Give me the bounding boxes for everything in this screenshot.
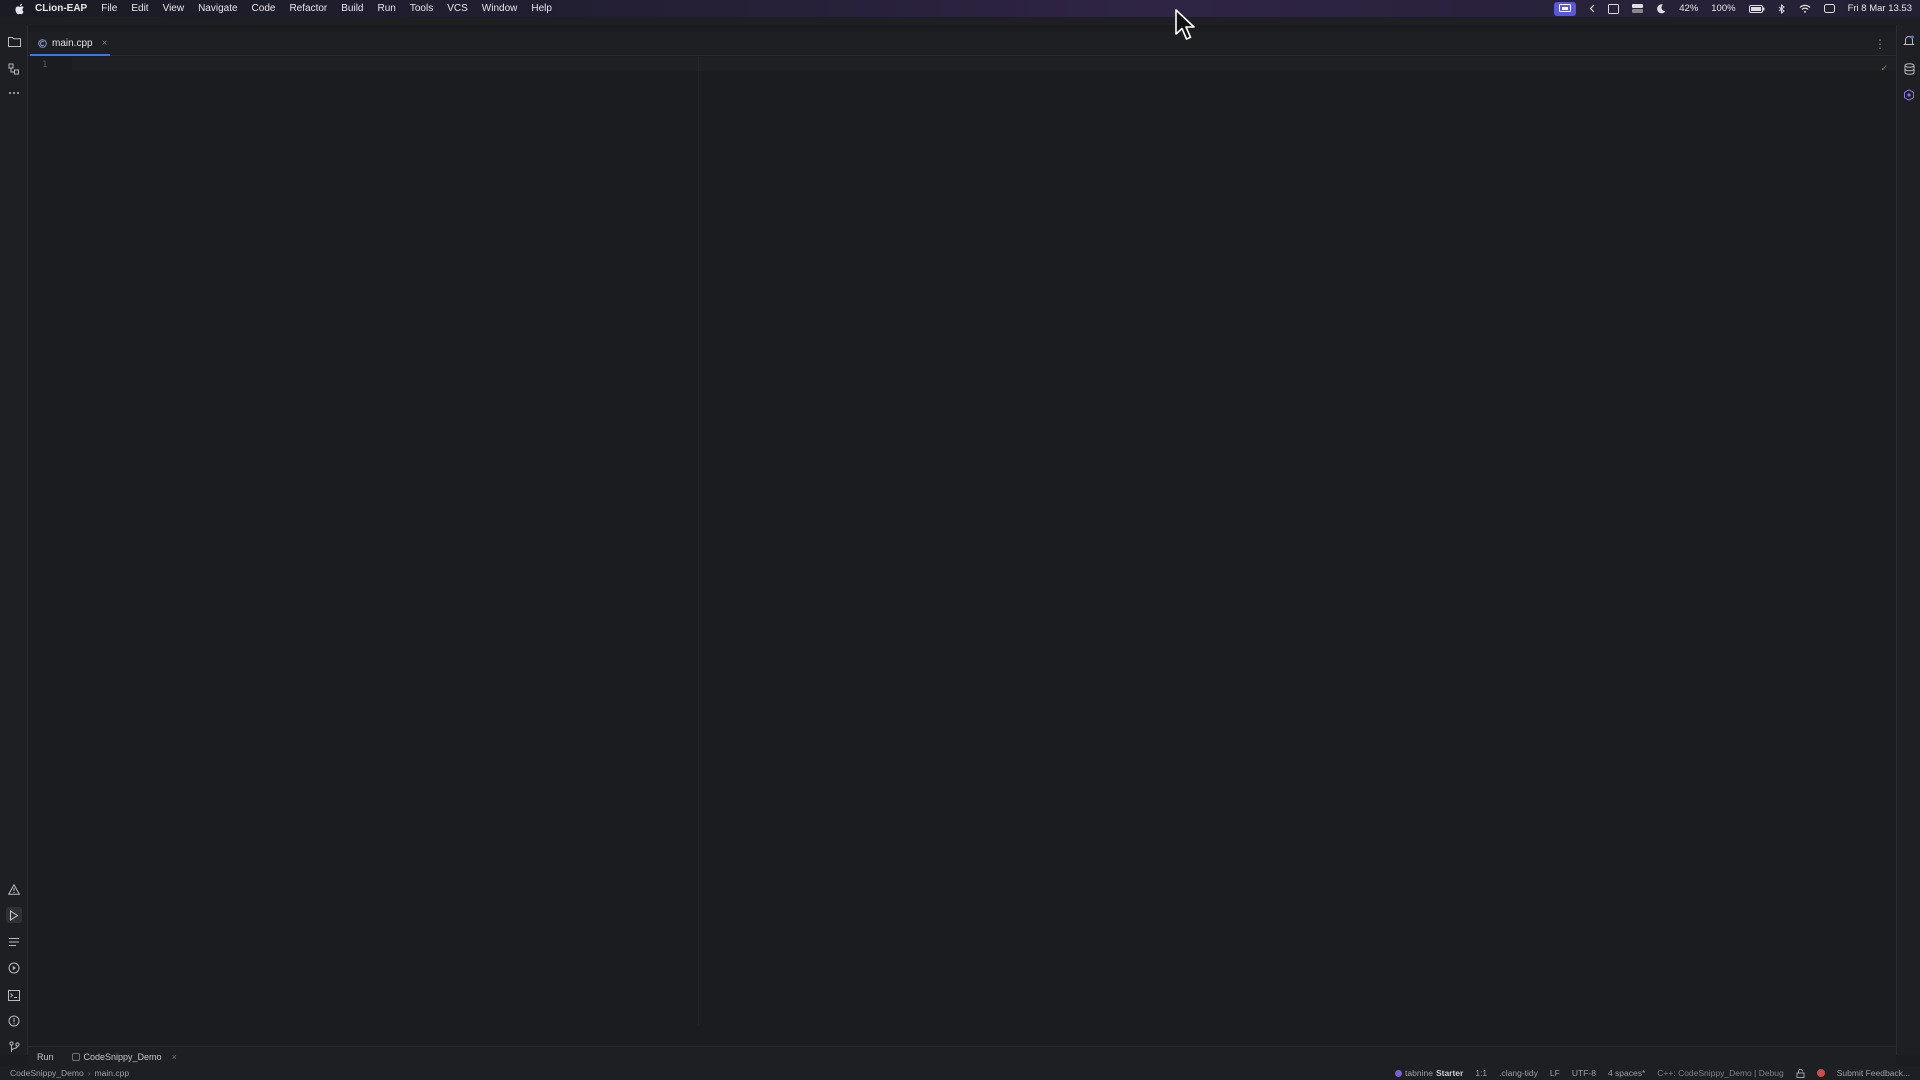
status-widgets: tabnine Starter 1:1 .clang-tidy LF UTF-8… — [1395, 1066, 1910, 1080]
menu-edit[interactable]: Edit — [131, 3, 148, 14]
control-icon[interactable] — [1632, 4, 1644, 13]
left-tool-strip — [0, 25, 28, 1055]
breadcrumb-project[interactable]: CodeSnippy_Demo — [10, 1068, 84, 1078]
editor-gutter: 1 — [28, 57, 72, 1025]
battery-small-percent: 42% — [1679, 3, 1699, 14]
encoding-widget[interactable]: UTF-8 — [1572, 1068, 1596, 1078]
menubar-status-area: 42% 100% Fri 8 Mar 13.53 — [1554, 0, 1912, 17]
battery-main-percent: 100% — [1711, 3, 1736, 14]
more-icon[interactable] — [6, 85, 22, 101]
menu-refactor[interactable]: Refactor — [289, 3, 327, 14]
notifications-icon[interactable] — [1901, 33, 1917, 49]
wifi-icon[interactable] — [1799, 4, 1811, 13]
moon-icon[interactable] — [1656, 3, 1666, 14]
line-number: 1 — [42, 60, 48, 70]
right-margin-guide — [698, 57, 699, 1025]
current-line-highlight — [72, 57, 1896, 71]
folder-icon[interactable] — [6, 33, 22, 49]
menu-tools[interactable]: Tools — [410, 3, 433, 14]
error-indicator-icon[interactable] — [1816, 1069, 1825, 1077]
linter-widget[interactable]: .clang-tidy — [1499, 1068, 1538, 1078]
mouse-pointer-icon — [1175, 9, 1195, 40]
structure-icon[interactable] — [6, 61, 22, 77]
menu-help[interactable]: Help — [531, 3, 552, 14]
breadcrumb-separator: › — [87, 1068, 91, 1078]
menu-window[interactable]: Window — [482, 3, 518, 14]
menu-code[interactable]: Code — [252, 3, 276, 14]
run-config-close[interactable]: × — [172, 1052, 177, 1062]
indent-widget[interactable]: 4 spaces* — [1608, 1068, 1645, 1078]
tab-close-button[interactable]: × — [102, 38, 108, 49]
menu-build[interactable]: Build — [341, 3, 363, 14]
app-name-menu[interactable]: CLion-EAP — [35, 3, 87, 14]
git-icon[interactable] — [6, 1039, 22, 1055]
tabnine-plan: Starter — [1435, 1068, 1464, 1078]
config-icon — [71, 1052, 80, 1061]
menu-navigate[interactable]: Navigate — [198, 3, 237, 14]
bluetooth-icon[interactable] — [1778, 3, 1786, 14]
macos-menubar: CLion-EAP File Edit View Navigate Code R… — [0, 0, 1920, 17]
tabnine-icon — [1395, 1069, 1403, 1077]
submit-feedback-link[interactable]: Submit Feedback... — [1837, 1068, 1910, 1078]
window-title-strip — [0, 17, 1920, 25]
problems-icon[interactable] — [6, 881, 22, 897]
terminal-icon[interactable] — [6, 987, 22, 1003]
tab-label: main.cpp — [52, 37, 93, 49]
run-icon[interactable] — [6, 907, 22, 923]
window-icon[interactable] — [1608, 3, 1620, 14]
run-config-tab[interactable]: CodeSnippy_Demo × — [71, 1051, 177, 1062]
editor-tab-bar: main.cpp × ⋮ — [28, 32, 1896, 56]
cpp-file-icon — [38, 38, 47, 48]
control-center-icon[interactable] — [1823, 4, 1835, 13]
plugin-icon[interactable] — [1901, 87, 1917, 103]
lock-icon[interactable] — [1796, 1068, 1805, 1078]
run-config-label: CodeSnippy_Demo — [83, 1051, 162, 1062]
tab-options-icon[interactable]: ⋮ — [1874, 37, 1886, 51]
caret-position[interactable]: 1:1 — [1475, 1068, 1487, 1078]
apple-icon[interactable] — [13, 2, 27, 16]
context-widget[interactable]: C++: CodeSnippy_Demo | Debug — [1657, 1068, 1783, 1078]
chevron-left-icon[interactable] — [1589, 4, 1595, 13]
run-tab[interactable]: Run — [37, 1052, 54, 1062]
line-ending-widget[interactable]: LF — [1550, 1068, 1560, 1078]
right-tool-strip — [1896, 25, 1920, 1055]
tabnine-label: tabnine — [1405, 1068, 1433, 1078]
run-tool-bar: Run CodeSnippy_Demo × — [28, 1046, 1896, 1066]
battery-icon[interactable] — [1748, 4, 1765, 13]
database-icon[interactable] — [1901, 61, 1917, 77]
status-bar: CodeSnippy_Demo › main.cpp tabnine Start… — [0, 1066, 1920, 1080]
screen-share-icon[interactable] — [1554, 1, 1577, 16]
inspection-ok-icon[interactable]: ✓ — [1880, 63, 1888, 74]
menubar-clock[interactable]: Fri 8 Mar 13.53 — [1848, 3, 1912, 14]
menu-view[interactable]: View — [163, 3, 185, 14]
breadcrumb: CodeSnippy_Demo › main.cpp — [10, 1068, 129, 1078]
tab-main-cpp[interactable]: main.cpp × — [30, 32, 110, 56]
menu-file[interactable]: File — [101, 3, 117, 14]
services-icon[interactable] — [6, 960, 22, 976]
code-editor[interactable]: 1 ✓ — [28, 57, 1896, 1025]
tabnine-widget[interactable]: tabnine Starter — [1395, 1068, 1463, 1078]
menu-run[interactable]: Run — [378, 3, 396, 14]
menu-vcs[interactable]: VCS — [447, 3, 468, 14]
info-icon[interactable] — [6, 1013, 22, 1029]
todo-icon[interactable] — [6, 934, 22, 950]
breadcrumb-file[interactable]: main.cpp — [95, 1068, 130, 1078]
